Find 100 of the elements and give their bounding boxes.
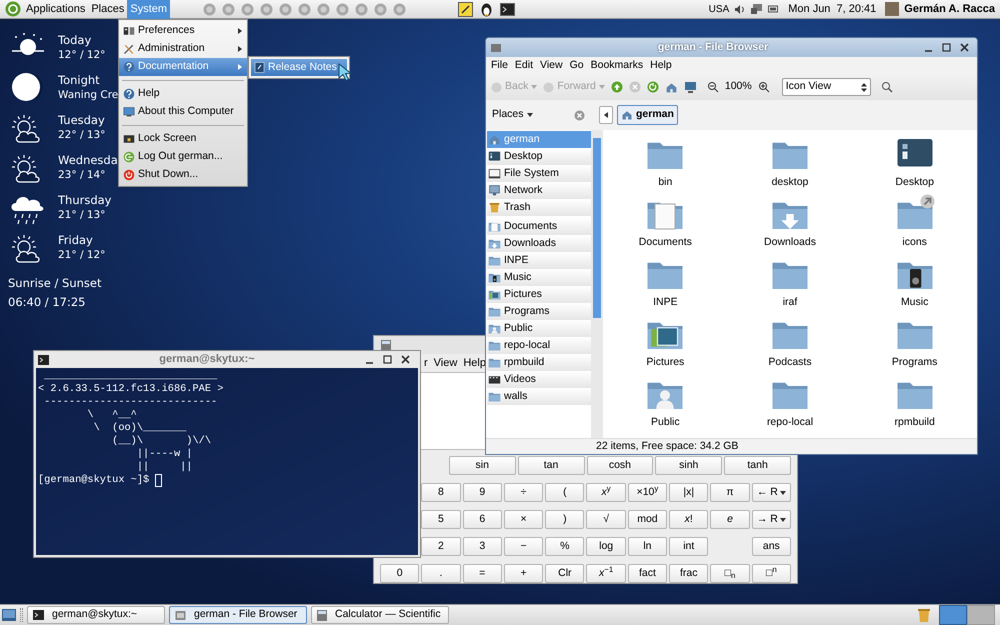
calculator-key[interactable]: − [504, 537, 544, 556]
scrollbar[interactable] [591, 130, 603, 438]
calculator-key[interactable]: % [545, 537, 584, 556]
panel-menu[interactable]: Places [88, 0, 128, 18]
calculator-key[interactable]: × [504, 510, 544, 529]
reload-icon[interactable] [646, 81, 659, 93]
menu-item[interactable]: Help [463, 354, 486, 372]
calculator-key[interactable]: ÷ [504, 483, 544, 502]
notepad-icon[interactable] [458, 2, 474, 16]
folder-item[interactable]: repo-local [728, 374, 852, 434]
volume-icon[interactable] [734, 4, 746, 14]
calculator-key[interactable]: → R [752, 510, 791, 529]
calculator-key[interactable]: tan [518, 456, 584, 475]
workspace-switcher[interactable] [939, 605, 995, 625]
sidebar-item[interactable]: Pictures [487, 286, 591, 303]
sidebar-item[interactable]: Music [487, 269, 591, 286]
calculator-key[interactable]: ( [545, 483, 584, 502]
user-name[interactable]: Germán A. Racca [904, 0, 995, 18]
calculator-key[interactable]: tanh [724, 456, 791, 475]
folder-item[interactable]: bin [603, 134, 728, 194]
menu-item[interactable]: Log Out german... [119, 148, 247, 166]
network-icon[interactable] [750, 2, 764, 16]
menu-item[interactable]: About this Computer [119, 103, 247, 121]
calculator-key[interactable]: √ [586, 510, 626, 529]
calculator-key[interactable]: ) [545, 510, 584, 529]
calculator-key[interactable]: ln [628, 537, 668, 556]
folder-item[interactable]: Public [603, 374, 728, 434]
calculator-key[interactable]: ans [752, 537, 791, 556]
calculator-key[interactable]: ← R [752, 483, 791, 502]
calculator-key[interactable]: log [586, 537, 626, 556]
sidebar-item[interactable]: repo-local [487, 337, 591, 354]
calculator-key[interactable]: cosh [586, 456, 654, 475]
calculator-key[interactable]: x$^{−1}$ [586, 564, 626, 583]
menu-item[interactable]: View [434, 354, 458, 372]
maximize-icon[interactable] [383, 355, 392, 364]
path-button[interactable]: german [617, 105, 678, 125]
sidebar-item[interactable]: Videos [487, 371, 591, 388]
menu-item[interactable]: r [424, 354, 428, 372]
sidebar-item[interactable]: Public [487, 320, 591, 337]
path-back-button[interactable] [599, 106, 613, 124]
folder-item[interactable]: rpmbuild [852, 374, 977, 434]
clock[interactable]: Mon Jun 7, 20:41 [788, 0, 876, 18]
calculator-key[interactable]: mod [628, 510, 668, 529]
sidebar-item[interactable]: Documents [487, 218, 591, 235]
calculator-key[interactable]: x! [669, 510, 708, 529]
calculator-key[interactable]: 3 [462, 537, 502, 556]
folder-item[interactable]: INPE [603, 254, 728, 314]
sidebar-item[interactable]: Programs [487, 303, 591, 320]
calculator-key[interactable]: 0 [380, 564, 420, 583]
folder-item[interactable]: Podcasts [728, 314, 852, 374]
calculator-key[interactable]: sin [448, 456, 516, 475]
calculator-key[interactable]: 8 [421, 483, 461, 502]
menu-item[interactable]: Lock Screen [119, 130, 247, 148]
calculator-key[interactable]: int [669, 537, 708, 556]
sidebar-item[interactable]: Downloads [487, 235, 591, 252]
view-select[interactable]: Icon View [782, 78, 871, 96]
maximize-icon[interactable] [942, 43, 951, 52]
menu-item[interactable]: Go [570, 58, 584, 74]
zoom-out-icon[interactable] [706, 81, 719, 93]
close-icon[interactable] [960, 43, 969, 52]
menu-item[interactable]: Administration [119, 40, 247, 58]
menu-item[interactable]: Edit [514, 58, 534, 74]
calculator-key[interactable]: + [504, 564, 544, 583]
calculator-key[interactable]: ×10$^{y}$ [628, 483, 668, 502]
folder-item[interactable]: desktop [728, 134, 852, 194]
up-arrow-icon[interactable] [610, 81, 623, 93]
folder-item[interactable]: icons [852, 194, 977, 254]
taskbar-button[interactable]: german@skytux:~ [27, 606, 165, 624]
sidebar-item[interactable]: rpmbuild [487, 354, 591, 371]
menu-item[interactable]: Help [650, 58, 672, 74]
monitor-icon[interactable] [684, 80, 697, 94]
folder-item[interactable]: Downloads [728, 194, 852, 254]
calculator-key[interactable]: 6 [462, 510, 502, 529]
close-icon[interactable] [401, 355, 410, 364]
calculator-key[interactable]: 5 [421, 510, 461, 529]
menu-item[interactable]: Help [119, 85, 247, 103]
sidebar-item[interactable]: Trash [487, 199, 591, 216]
calculator-key[interactable]: sinh [655, 456, 722, 475]
menu-item[interactable]: View [540, 58, 563, 74]
folder-item[interactable]: Programs [852, 314, 977, 374]
sidebar-item[interactable]: walls [487, 388, 591, 405]
calculator-key[interactable]: 9 [462, 483, 502, 502]
menu-item[interactable]: File [491, 58, 508, 74]
menu-item[interactable]: Shut Down... [119, 166, 247, 184]
folder-item[interactable]: iraf [728, 254, 852, 314]
calculator-key[interactable]: |x| [669, 483, 708, 502]
calculator-key[interactable]: Clr [545, 564, 584, 583]
calculator-key[interactable]: frac [669, 564, 708, 583]
folder-item[interactable]: Pictures [603, 314, 728, 374]
places-dropdown[interactable]: Places [492, 107, 533, 123]
folder-item[interactable]: Desktop [852, 134, 977, 194]
trash-icon[interactable] [917, 607, 931, 623]
penguin-icon[interactable] [479, 2, 494, 16]
sidebar-item[interactable]: Desktop [487, 148, 591, 165]
calculator-key[interactable]: □$_{n}$ [710, 564, 750, 583]
terminal-icon[interactable] [500, 2, 516, 16]
calculator-key[interactable]: π [710, 483, 750, 502]
calculator-key[interactable]: □$^{n}$ [752, 564, 791, 583]
folder-item[interactable]: Documents [603, 194, 728, 254]
taskbar-button[interactable]: german - File Browser [169, 606, 307, 624]
